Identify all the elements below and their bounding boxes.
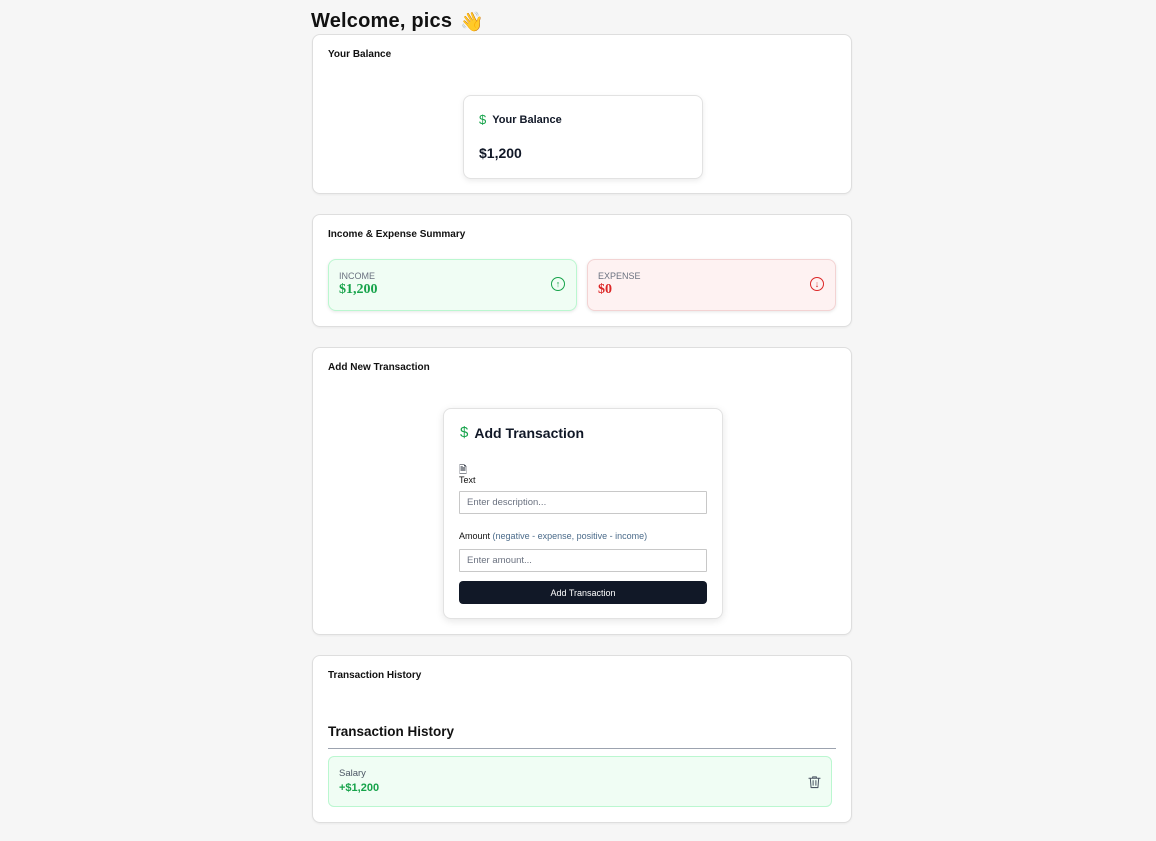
page-title: Welcome, pics 👋 <box>311 10 484 33</box>
history-heading: Transaction History <box>328 724 455 739</box>
list-item: Salary +$1,200 <box>328 756 832 807</box>
amount-hint: (negative - expense, positive - income) <box>492 531 648 541</box>
description-input[interactable] <box>459 491 707 514</box>
balance-card: $ Your Balance $1,200 <box>463 95 703 179</box>
amount-label-row: Amount (negative - expense, positive - i… <box>459 531 647 541</box>
transaction-description: Salary <box>339 768 366 779</box>
add-transaction-card: $ Add Transaction 🗎 Text Amount (negativ… <box>443 408 723 619</box>
dollar-icon: $ <box>479 112 487 127</box>
dollar-icon: $ <box>460 424 469 441</box>
balance-section: Your Balance $ Your Balance $1,200 <box>312 34 852 194</box>
transaction-amount: +$1,200 <box>339 782 380 794</box>
balance-section-title: Your Balance <box>328 49 392 60</box>
amount-input[interactable] <box>459 549 707 572</box>
balance-card-header: $ Your Balance <box>479 112 562 127</box>
arrow-down-circle-icon: ↓ <box>810 277 824 291</box>
add-card-title: Add Transaction <box>474 424 585 441</box>
balance-card-title: Your Balance <box>492 113 562 126</box>
income-card: INCOME $1,200 ↑ <box>328 259 577 311</box>
add-transaction-section: Add New Transaction $ Add Transaction 🗎 … <box>312 347 852 635</box>
text-label: Text <box>459 475 476 485</box>
income-label: INCOME <box>339 271 375 281</box>
history-section: Transaction History Transaction History … <box>312 655 852 823</box>
add-card-header: $ Add Transaction <box>460 424 584 441</box>
balance-amount: $1,200 <box>479 145 522 161</box>
arrow-up-circle-icon: ↑ <box>551 277 565 291</box>
expense-label: EXPENSE <box>598 271 641 281</box>
waving-hand-icon: 👋 <box>460 11 485 33</box>
history-divider <box>328 748 836 749</box>
history-section-title: Transaction History <box>328 670 422 681</box>
add-section-title: Add New Transaction <box>328 362 430 373</box>
trash-icon[interactable] <box>808 775 821 789</box>
amount-label: Amount <box>459 531 491 541</box>
add-transaction-button[interactable]: Add Transaction <box>459 581 707 604</box>
welcome-text: Welcome, pics <box>311 10 453 32</box>
summary-section-title: Income & Expense Summary <box>328 229 466 240</box>
expense-value: $0 <box>598 282 612 297</box>
expense-card: EXPENSE $0 ↓ <box>587 259 836 311</box>
income-value: $1,200 <box>339 282 378 297</box>
summary-section: Income & Expense Summary INCOME $1,200 ↑… <box>312 214 852 327</box>
